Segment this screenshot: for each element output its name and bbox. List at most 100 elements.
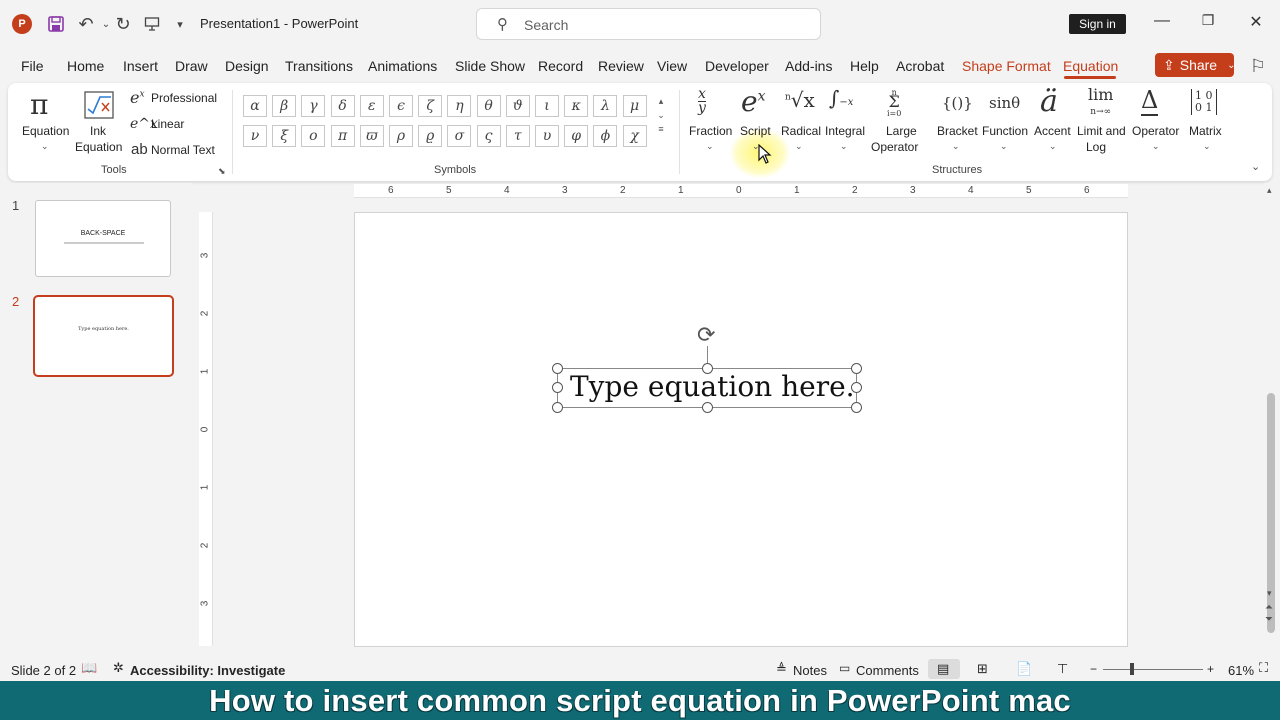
slide-canvas[interactable] [354, 212, 1128, 647]
scroll-down-icon[interactable]: ▾ [1267, 588, 1272, 599]
symbol-button[interactable]: θ [476, 95, 501, 117]
comments-icon[interactable]: ▭ [839, 661, 850, 675]
minimize-icon[interactable]: — [1150, 12, 1174, 36]
save-icon[interactable] [44, 12, 68, 36]
tab-acrobat[interactable]: Acrobat [896, 58, 944, 74]
tab-equation[interactable]: Equation [1063, 58, 1118, 74]
symbol-button[interactable]: ϵ [389, 95, 413, 117]
operator-label[interactable]: Operator [1132, 123, 1179, 139]
function-label[interactable]: Function [982, 123, 1028, 139]
symbol-button[interactable]: ν [243, 125, 267, 147]
scroll-up-icon[interactable]: ▴ [1267, 185, 1272, 196]
zoom-level[interactable]: 61% [1228, 663, 1254, 678]
radical-label[interactable]: Radical [781, 123, 821, 139]
symbol-button[interactable]: π [330, 125, 355, 147]
tab-insert[interactable]: Insert [123, 58, 158, 74]
redo-icon[interactable]: ↻ [111, 12, 135, 36]
resize-handle[interactable] [552, 382, 563, 393]
accent-label[interactable]: Accent [1034, 123, 1071, 139]
notes-icon[interactable]: ≜ [776, 661, 787, 677]
symbol-button[interactable]: ζ [418, 95, 443, 117]
search-input[interactable]: ⚲ Search [476, 8, 821, 40]
normal-text-button[interactable]: Normal Text [151, 142, 215, 158]
customize-toolbar-icon[interactable]: ▾ [168, 12, 192, 36]
reading-view-icon[interactable]: 📄 [1016, 661, 1032, 677]
tab-help[interactable]: Help [850, 58, 879, 74]
symbol-button[interactable]: ρ [389, 125, 413, 147]
tab-shape-format[interactable]: Shape Format [962, 58, 1051, 74]
symbol-button[interactable]: ϑ [505, 95, 530, 117]
symbol-button[interactable]: χ [622, 125, 647, 147]
accent-dropdown-icon[interactable]: ⌄ [1049, 141, 1057, 152]
script-label[interactable]: Script [740, 123, 771, 139]
tools-dialog-launcher-icon[interactable]: ⬊ [218, 166, 226, 177]
symbol-button[interactable]: ο [301, 125, 326, 147]
copilot-icon[interactable]: ⚐ [1246, 54, 1270, 78]
symbol-button[interactable]: ε [359, 95, 384, 117]
tab-review[interactable]: Review [598, 58, 644, 74]
bracket-dropdown-icon[interactable]: ⌄ [952, 141, 960, 152]
tab-home[interactable]: Home [67, 58, 104, 74]
integral-label[interactable]: Integral [825, 123, 865, 139]
large-operator-label-2[interactable]: Operator [871, 139, 918, 155]
symbol-button[interactable]: γ [301, 95, 326, 117]
tab-file[interactable]: File [21, 58, 44, 74]
symbol-button[interactable]: η [447, 95, 472, 117]
slideshow-icon[interactable]: ⊤ [1057, 661, 1068, 677]
matrix-label[interactable]: Matrix [1189, 123, 1222, 139]
resize-handle[interactable] [552, 363, 563, 374]
symbol-button[interactable]: ϱ [418, 125, 443, 147]
share-button[interactable]: ⇪ Share ⌄ [1155, 53, 1235, 77]
tab-animations[interactable]: Animations [368, 58, 437, 74]
slide-sorter-icon[interactable]: ⊞ [977, 661, 988, 677]
equation-placeholder-text[interactable]: Type equation here. [570, 370, 855, 403]
symbol-button[interactable]: υ [535, 125, 559, 147]
tab-view[interactable]: View [657, 58, 687, 74]
zoom-slider[interactable] [1103, 669, 1203, 670]
tab-add-ins[interactable]: Add-ins [785, 58, 832, 74]
operator-dropdown-icon[interactable]: ⌄ [1152, 141, 1160, 152]
accessibility-icon[interactable]: ✲ [113, 660, 124, 676]
sign-in-button[interactable]: Sign in [1069, 14, 1126, 34]
symbol-button[interactable]: ι [535, 95, 559, 117]
large-operator-label-1[interactable]: Large [886, 123, 917, 139]
prev-next-slide-icons[interactable]: ⏶ ⏷ [1265, 602, 1273, 626]
zoom-slider-thumb[interactable] [1130, 663, 1134, 675]
restore-icon[interactable]: ❐ [1196, 12, 1220, 36]
limit-label-1[interactable]: Limit and [1077, 123, 1126, 139]
fraction-label[interactable]: Fraction [689, 123, 732, 139]
function-dropdown-icon[interactable]: ⌄ [1000, 141, 1008, 152]
symbol-button[interactable]: δ [330, 95, 355, 117]
close-icon[interactable]: ✕ [1244, 12, 1268, 36]
symbol-button[interactable]: κ [564, 95, 589, 117]
symbol-button[interactable]: ξ [272, 125, 297, 147]
tab-slide-show[interactable]: Slide Show [455, 58, 525, 74]
symbol-button[interactable]: φ [564, 125, 589, 147]
fit-to-window-icon[interactable]: ⛶ [1259, 660, 1268, 676]
resize-handle[interactable] [702, 402, 713, 413]
comments-button[interactable]: Comments [856, 663, 919, 678]
equation-button-label[interactable]: Equation [22, 123, 69, 139]
symbol-button[interactable]: ϕ [593, 125, 618, 147]
resize-handle[interactable] [851, 402, 862, 413]
tab-record[interactable]: Record [538, 58, 583, 74]
limit-label-2[interactable]: Log [1086, 139, 1106, 155]
tab-design[interactable]: Design [225, 58, 269, 74]
tab-draw[interactable]: Draw [175, 58, 208, 74]
symbol-button[interactable]: τ [505, 125, 530, 147]
tab-developer[interactable]: Developer [705, 58, 769, 74]
symbol-button[interactable]: α [243, 95, 267, 117]
collapse-ribbon-icon[interactable]: ⌄ [1251, 160, 1260, 173]
fraction-dropdown-icon[interactable]: ⌄ [706, 141, 714, 152]
radical-dropdown-icon[interactable]: ⌄ [795, 141, 803, 152]
professional-button[interactable]: Professional [151, 90, 217, 106]
ink-label-2[interactable]: Equation [75, 139, 122, 155]
ink-label-1[interactable]: Ink [90, 123, 106, 139]
linear-button[interactable]: Linear [151, 116, 184, 132]
symbol-button[interactable]: μ [622, 95, 647, 117]
resize-handle[interactable] [702, 363, 713, 374]
integral-dropdown-icon[interactable]: ⌄ [840, 141, 848, 152]
symbol-button[interactable]: σ [447, 125, 472, 147]
resize-handle[interactable] [851, 363, 862, 374]
accessibility-status[interactable]: Accessibility: Investigate [130, 663, 285, 678]
